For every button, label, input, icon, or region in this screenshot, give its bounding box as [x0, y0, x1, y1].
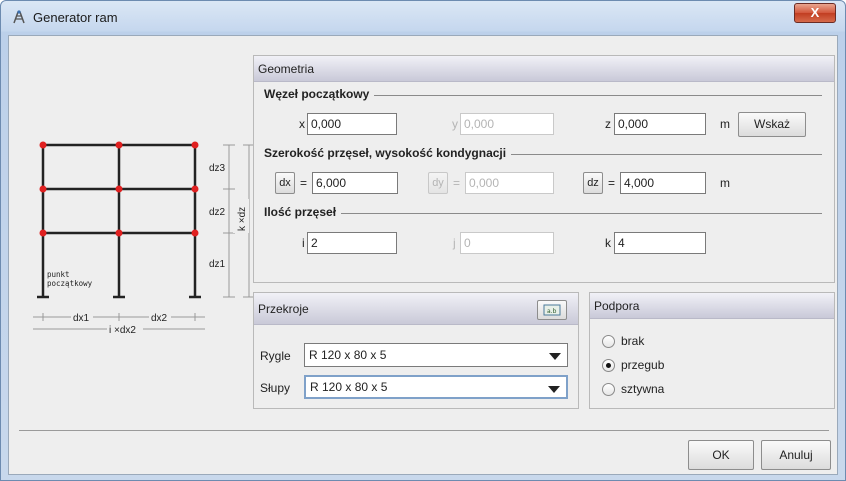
- cancel-button[interactable]: Anuluj: [761, 440, 831, 470]
- radio-button[interactable]: [602, 335, 615, 348]
- dz3-label: dz3: [209, 163, 226, 174]
- geometry-panel: Geometria Węzeł początkowy x 0,000 y 0,0…: [253, 55, 835, 283]
- dz-field[interactable]: 4,000: [620, 172, 706, 194]
- dy-equals: =: [453, 176, 461, 190]
- columns-value: R 120 x 80 x 5: [310, 380, 388, 394]
- beams-label: Rygle: [260, 349, 291, 363]
- sections-header: Przekroje: [254, 293, 578, 325]
- k-field[interactable]: 4: [614, 232, 706, 254]
- section-library-button[interactable]: a.b: [537, 300, 567, 320]
- radio-label: sztywna: [621, 382, 665, 396]
- span-count-title: Ilość przęseł: [264, 205, 342, 219]
- support-header: Podpora: [590, 293, 834, 319]
- dx2-label: dx2: [151, 313, 168, 324]
- dx-equals: =: [300, 176, 308, 190]
- i-field[interactable]: 2: [307, 232, 397, 254]
- support-panel: Podpora brak przegub sztywna: [589, 292, 835, 409]
- span-height-title: Szerokość przęseł, wysokość kondygnacji: [264, 146, 512, 160]
- radio-label: brak: [621, 334, 645, 348]
- k-dz-label: k ×dz: [237, 207, 248, 231]
- radio-button[interactable]: [602, 383, 615, 396]
- x-field[interactable]: 0,000: [307, 113, 397, 135]
- dialog-window: Generator ram X dz3 dz2 dz1 k ×dz dx1 dx…: [0, 0, 846, 481]
- chevron-down-icon: [548, 386, 560, 393]
- start-point-label-1: punkt: [47, 270, 70, 279]
- z-field[interactable]: 0,000: [614, 113, 706, 135]
- radio-button[interactable]: [602, 359, 615, 372]
- unit-label: m: [720, 117, 730, 131]
- x-label: x: [299, 117, 305, 131]
- section-library-icon: a.b: [543, 304, 561, 316]
- sections-title: Przekroje: [258, 302, 309, 316]
- ok-button[interactable]: OK: [688, 440, 754, 470]
- i-label: i: [302, 236, 305, 250]
- dz1-label: dz1: [209, 259, 226, 270]
- radio-label: przegub: [621, 358, 665, 372]
- i-dx-label: i ×dx2: [109, 325, 136, 336]
- close-button[interactable]: X: [794, 3, 836, 23]
- chevron-down-icon: [549, 353, 561, 360]
- z-label: z: [605, 117, 611, 131]
- dy-field: 0,000: [465, 172, 554, 194]
- y-field: 0,000: [460, 113, 554, 135]
- dy-button: dy: [428, 172, 448, 194]
- start-point-label-2: początkowy: [47, 279, 93, 288]
- radio-selected-dot: [606, 363, 611, 368]
- dz-equals: =: [608, 176, 616, 190]
- frame-diagram-svg: dz3 dz2 dz1 k ×dz dx1 dx2 i ×dx2 punkt p…: [33, 141, 253, 336]
- dx-button[interactable]: dx: [275, 172, 295, 194]
- beams-value: R 120 x 80 x 5: [309, 348, 387, 362]
- title-bar[interactable]: Generator ram X: [1, 1, 845, 35]
- frame-diagram: dz3 dz2 dz1 k ×dz dx1 dx2 i ×dx2 punkt p…: [23, 131, 253, 346]
- columns-label: Słupy: [260, 381, 291, 395]
- svg-text:a.b: a.b: [547, 308, 557, 315]
- dz2-label: dz2: [209, 207, 226, 218]
- footer-divider: [19, 430, 829, 431]
- close-icon: X: [810, 5, 820, 20]
- dx1-label: dx1: [73, 313, 90, 324]
- dz-button[interactable]: dz: [583, 172, 603, 194]
- columns-select[interactable]: R 120 x 80 x 5: [304, 375, 568, 399]
- wskaz-button[interactable]: Wskaż: [738, 112, 806, 137]
- dx-field[interactable]: 6,000: [312, 172, 398, 194]
- unit-label: m: [720, 176, 730, 190]
- k-label: k: [605, 236, 611, 250]
- j-field: 0: [460, 232, 554, 254]
- beams-select[interactable]: R 120 x 80 x 5: [304, 343, 568, 367]
- geometry-header: Geometria: [254, 56, 834, 82]
- j-label: j: [453, 236, 456, 250]
- dialog-body: dz3 dz2 dz1 k ×dz dx1 dx2 i ×dx2 punkt p…: [8, 35, 838, 475]
- window-title: Generator ram: [33, 10, 118, 25]
- divider: [264, 213, 822, 214]
- app-icon: [11, 9, 27, 25]
- start-node-title: Węzeł początkowy: [264, 87, 375, 101]
- y-label: y: [452, 117, 458, 131]
- sections-panel: Przekroje a.b Rygle R 120 x 80 x 5 Słupy…: [253, 292, 579, 409]
